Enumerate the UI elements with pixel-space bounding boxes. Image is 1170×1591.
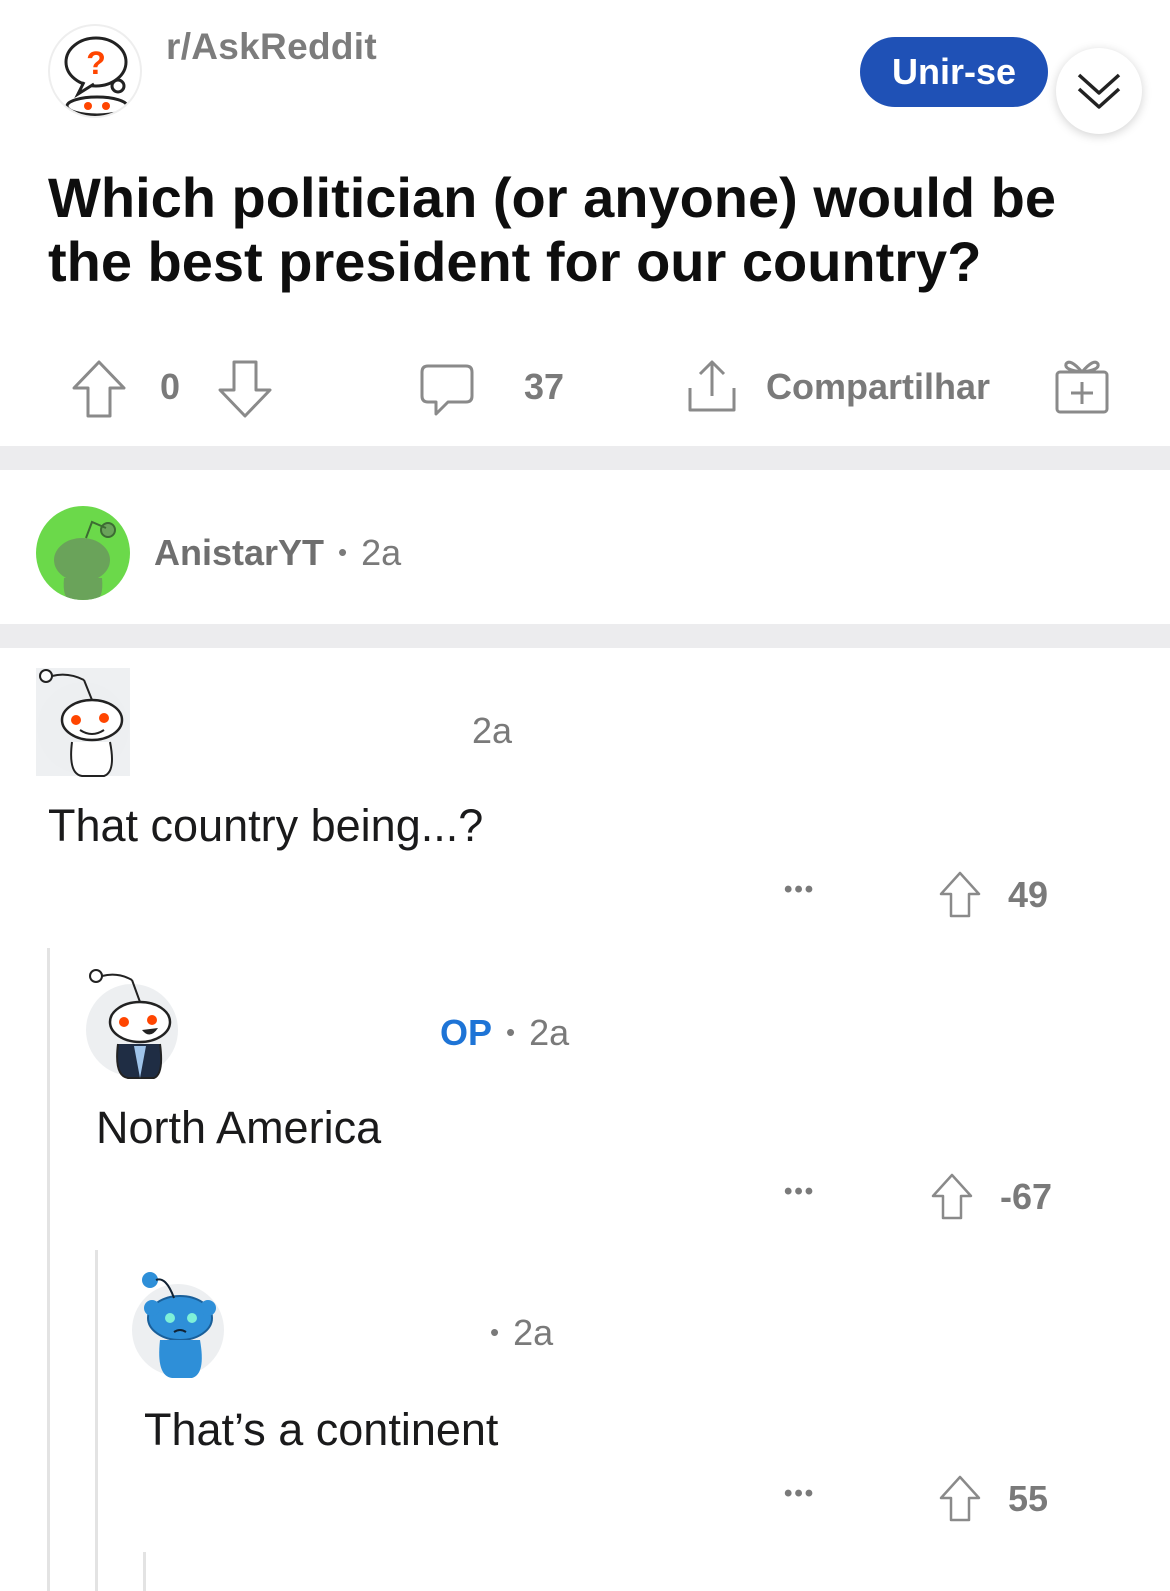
comment-vote-count: 49 (1008, 874, 1049, 915)
comment-meta: OP • 2a (440, 1012, 569, 1054)
award-button[interactable] (1054, 356, 1110, 421)
collapse-button[interactable] (1056, 48, 1142, 134)
snoo-avatar-icon (37, 669, 129, 777)
comment-body: North America (96, 1102, 382, 1153)
award-icon (1055, 360, 1109, 414)
comment-vote[interactable]: 49 (938, 870, 1048, 920)
more-options-button[interactable]: ••• (784, 1178, 815, 1206)
comment-icon (420, 364, 474, 416)
thread-line (47, 948, 50, 1591)
upvote-icon (931, 1173, 973, 1220)
snoo-avatar-icon (132, 1272, 224, 1378)
comment-body: That country being...? (48, 800, 484, 851)
upvote-icon (939, 871, 981, 918)
op-badge: OP (440, 1012, 493, 1053)
author-meta: AnistarYT • 2a (154, 532, 401, 574)
section-divider (0, 624, 1170, 648)
question-subreddit-icon: ? (64, 36, 129, 116)
author-age: 2a (361, 532, 402, 573)
comment-vote[interactable]: -67 (930, 1172, 1052, 1222)
post-title[interactable]: Which politician (or anyone) would be th… (48, 166, 1138, 294)
upvote-button[interactable] (70, 358, 128, 425)
comment-age: 2a (513, 1312, 554, 1353)
comment-vote[interactable]: 55 (938, 1474, 1048, 1524)
comment-vote-count: -67 (1000, 1176, 1053, 1217)
upvote-icon (939, 1475, 981, 1522)
subreddit-avatar[interactable]: ? (48, 24, 142, 118)
share-button[interactable] (684, 356, 740, 416)
join-button[interactable]: Unir-se (860, 37, 1048, 107)
thread-line (143, 1552, 146, 1591)
upvote-icon (72, 360, 126, 418)
downvote-icon (218, 360, 272, 418)
downvote-button[interactable] (216, 358, 274, 425)
author-avatar[interactable] (36, 506, 130, 600)
vote-count: 0 (160, 366, 181, 407)
comment-avatar[interactable] (130, 1266, 228, 1382)
comment-age: 2a (529, 1012, 570, 1053)
more-options-button[interactable]: ••• (784, 876, 815, 904)
svg-text:?: ? (86, 45, 106, 81)
meta-separator: • (490, 1317, 500, 1347)
share-label[interactable]: Compartilhar (766, 366, 990, 408)
comments-button[interactable] (418, 362, 476, 423)
more-options-button[interactable]: ••• (784, 1480, 815, 1508)
snoo-avatar-icon (54, 520, 116, 600)
author-username[interactable]: AnistarYT (154, 532, 324, 574)
snoo-avatar-icon (86, 969, 178, 1079)
comment-avatar[interactable] (36, 668, 130, 777)
thread-line (95, 1250, 98, 1591)
section-divider (0, 446, 1170, 470)
subreddit-name[interactable]: r/AskReddit (166, 26, 377, 68)
meta-separator: • (506, 1017, 516, 1047)
comment-vote-count: 55 (1008, 1478, 1049, 1519)
comment-age: 2a (472, 710, 513, 751)
comment-meta: • 2a (490, 1312, 553, 1354)
share-icon (688, 360, 736, 412)
chevron-double-down-icon (1077, 73, 1121, 109)
comment-body: That’s a continent (144, 1404, 499, 1455)
comment-avatar[interactable] (84, 966, 180, 1079)
meta-separator: • (338, 537, 348, 567)
comments-count: 37 (524, 366, 565, 407)
